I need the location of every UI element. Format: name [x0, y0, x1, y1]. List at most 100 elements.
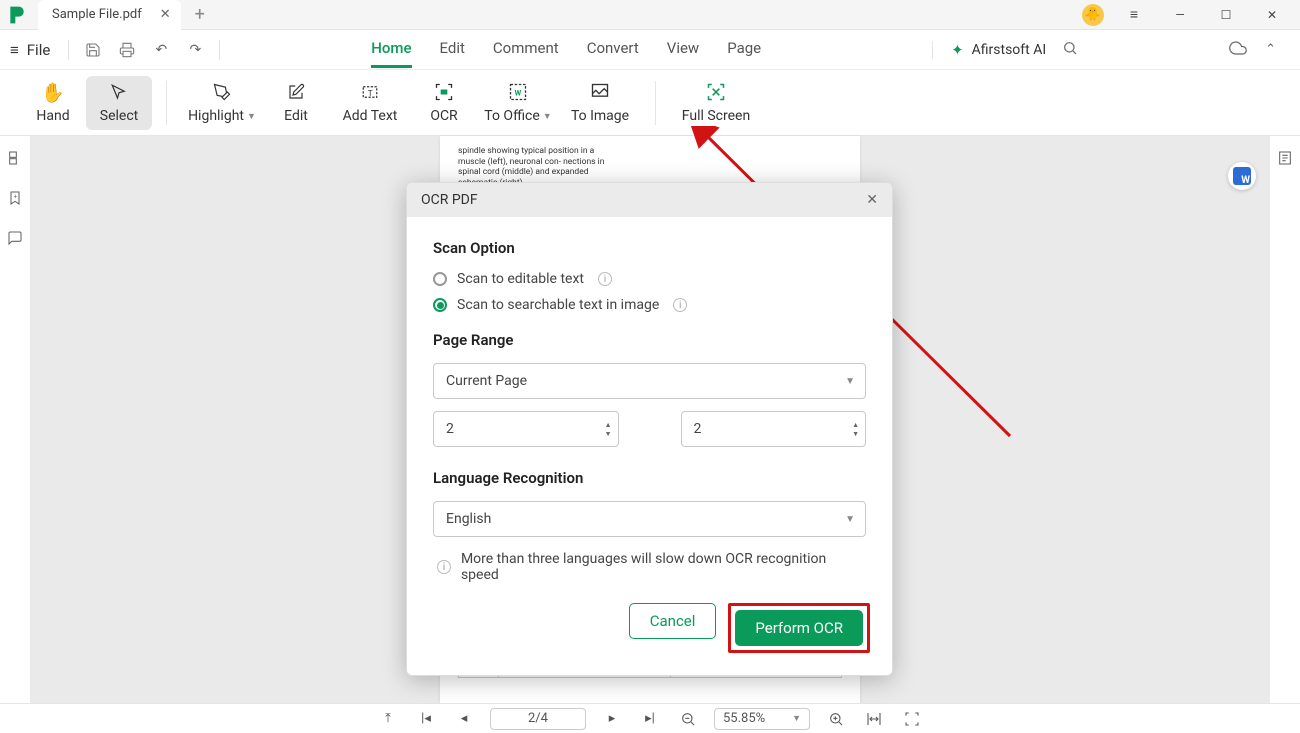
- language-value: English: [446, 511, 491, 527]
- language-select[interactable]: English ▼: [433, 501, 866, 537]
- page-to-value: 2: [694, 421, 702, 437]
- info-icon[interactable]: i: [598, 272, 612, 286]
- page-range-value: Current Page: [446, 373, 527, 389]
- ribbon: ✋ Hand Select Highlight▼ Edit T Add Text…: [0, 70, 1300, 136]
- undo-icon[interactable]: ↶: [151, 40, 171, 60]
- print-icon[interactable]: [117, 40, 137, 60]
- page-indicator[interactable]: 2/4: [490, 708, 586, 730]
- radio-editable-text[interactable]: Scan to editable text i: [433, 271, 866, 287]
- word-export-badge[interactable]: [1228, 162, 1256, 190]
- spinner-down-icon[interactable]: ▼: [852, 430, 859, 438]
- left-sidebar: +: [0, 136, 30, 703]
- zoom-in-icon[interactable]: [824, 707, 848, 731]
- ocr-dialog: OCR PDF ✕ Scan Option Scan to editable t…: [406, 182, 893, 676]
- dialog-titlebar: OCR PDF ✕: [407, 183, 892, 217]
- page-to-input[interactable]: 2 ▲▼: [681, 411, 867, 447]
- svg-text:T: T: [368, 89, 373, 99]
- tool-edit[interactable]: Edit: [263, 76, 329, 130]
- scan-option-heading: Scan Option: [433, 239, 866, 257]
- tool-full-screen-label: Full Screen: [682, 108, 750, 124]
- tool-ocr[interactable]: OCR: [411, 76, 477, 130]
- tool-to-image-label: To Image: [571, 108, 629, 124]
- cancel-button[interactable]: Cancel: [629, 603, 717, 639]
- chevron-down-icon: ▼: [845, 514, 855, 525]
- tool-hand[interactable]: ✋ Hand: [20, 76, 86, 130]
- tab-page[interactable]: Page: [727, 31, 761, 68]
- radio-editable-label: Scan to editable text: [457, 271, 584, 287]
- tab-home[interactable]: Home: [371, 31, 411, 68]
- radio-searchable-text[interactable]: Scan to searchable text in image i: [433, 297, 866, 313]
- cancel-button-label: Cancel: [650, 612, 696, 630]
- tool-to-image[interactable]: To Image: [559, 76, 641, 130]
- fullscreen-icon: [706, 81, 726, 103]
- perform-ocr-button[interactable]: Perform OCR: [735, 610, 863, 646]
- zoom-select[interactable]: 55.85% ▼: [714, 708, 810, 730]
- tool-highlight[interactable]: Highlight▼: [181, 76, 263, 130]
- scroll-top-icon[interactable]: ⤒: [376, 707, 400, 731]
- hamburger-menu-icon[interactable]: ≡: [1112, 0, 1156, 30]
- fit-page-icon[interactable]: [900, 707, 924, 731]
- page-from-input[interactable]: 2 ▲▼: [433, 411, 619, 447]
- tab-comment[interactable]: Comment: [493, 31, 559, 68]
- spinner-up-icon[interactable]: ▲: [852, 421, 859, 429]
- file-menu[interactable]: ≡ File: [10, 41, 50, 59]
- tab-edit[interactable]: Edit: [440, 31, 465, 68]
- main-tabs: Home Edit Comment Convert View Page: [371, 31, 761, 68]
- zoom-out-icon[interactable]: [676, 707, 700, 731]
- tool-select[interactable]: Select: [86, 76, 152, 130]
- ocr-icon: [434, 81, 454, 103]
- tab-convert[interactable]: Convert: [587, 31, 639, 68]
- ai-button[interactable]: ✦ Afirstsoft AI: [932, 41, 1046, 59]
- svg-text:W: W: [515, 88, 522, 97]
- window-minimize-button[interactable]: —: [1158, 0, 1202, 30]
- to-image-icon: [590, 81, 610, 103]
- quick-access-toolbar: ↶ ↷: [68, 40, 220, 60]
- chevron-down-icon: ▼: [247, 111, 256, 122]
- menu-icon: ≡: [10, 41, 19, 59]
- chevron-down-icon: ▼: [792, 713, 801, 724]
- chevron-down-icon: ▼: [845, 376, 855, 387]
- tool-to-office[interactable]: W To Office▼: [477, 76, 559, 130]
- highlight-icon: [213, 81, 231, 103]
- cloud-icon[interactable]: [1229, 39, 1247, 61]
- close-tab-icon[interactable]: ✕: [160, 7, 171, 22]
- page-indicator-value: 2/4: [528, 711, 548, 726]
- tab-view[interactable]: View: [667, 31, 699, 68]
- first-page-icon[interactable]: |◂: [414, 707, 438, 731]
- properties-icon[interactable]: [1277, 150, 1293, 170]
- redo-icon[interactable]: ↷: [185, 40, 205, 60]
- comment-panel-icon[interactable]: [7, 230, 23, 250]
- prev-page-icon[interactable]: ◂: [452, 707, 476, 731]
- document-tab[interactable]: Sample File.pdf ✕: [38, 0, 181, 30]
- radio-searchable-label: Scan to searchable text in image: [457, 297, 659, 313]
- tool-add-text[interactable]: T Add Text: [329, 76, 411, 130]
- radio-icon: [433, 298, 447, 312]
- last-page-icon[interactable]: ▸|: [638, 707, 662, 731]
- user-avatar[interactable]: 🐥: [1082, 4, 1104, 26]
- dialog-title: OCR PDF: [421, 192, 478, 208]
- window-close-button[interactable]: ✕: [1250, 0, 1294, 30]
- statusbar: ⤒ |◂ ◂ 2/4 ▸ ▸| 55.85% ▼: [0, 703, 1300, 733]
- dialog-close-button[interactable]: ✕: [866, 192, 878, 208]
- spinner-down-icon[interactable]: ▼: [605, 430, 612, 438]
- ai-label-text: Afirstsoft AI: [972, 42, 1047, 58]
- zoom-value: 55.85%: [723, 711, 765, 726]
- tool-full-screen[interactable]: Full Screen: [670, 76, 762, 130]
- language-warning: More than three languages will slow down…: [461, 551, 866, 583]
- next-page-icon[interactable]: ▸: [600, 707, 624, 731]
- info-icon[interactable]: i: [673, 298, 687, 312]
- window-maximize-button[interactable]: ☐: [1204, 0, 1248, 30]
- separator: [655, 81, 656, 125]
- search-icon[interactable]: [1062, 40, 1078, 60]
- content-area: + spindle showing typical position in a …: [0, 136, 1300, 703]
- right-sidebar: [1270, 136, 1300, 703]
- page-range-select[interactable]: Current Page ▼: [433, 363, 866, 399]
- tool-hand-label: Hand: [36, 108, 69, 124]
- new-tab-button[interactable]: +: [195, 4, 205, 25]
- save-icon[interactable]: [83, 40, 103, 60]
- thumbnails-icon[interactable]: [7, 150, 23, 170]
- bookmark-icon[interactable]: +: [7, 190, 23, 210]
- fit-width-icon[interactable]: [862, 707, 886, 731]
- spinner-up-icon[interactable]: ▲: [605, 421, 612, 429]
- collapse-ribbon-icon[interactable]: ⌃: [1265, 42, 1276, 57]
